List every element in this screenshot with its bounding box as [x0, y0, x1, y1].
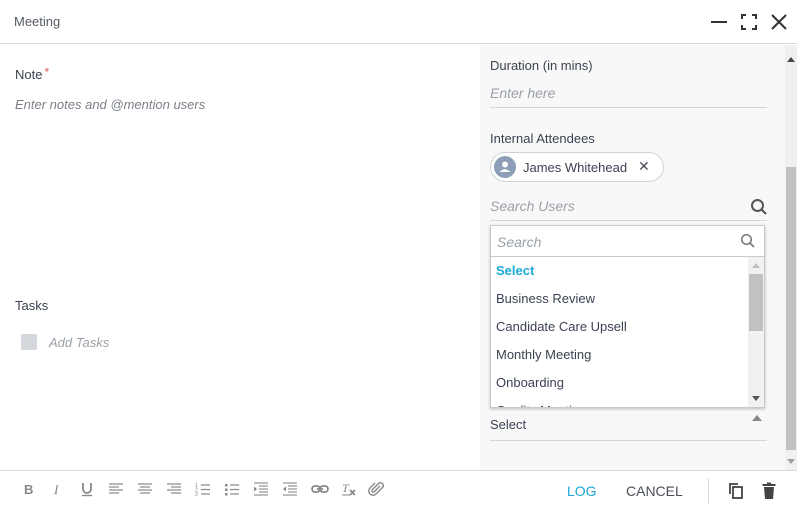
required-marker: *	[44, 65, 50, 79]
dropdown-option-select[interactable]: Select	[496, 263, 534, 278]
search-users-input[interactable]: Search Users	[490, 198, 767, 221]
duration-input[interactable]: Enter here	[490, 85, 767, 108]
dropdown-search-input[interactable]: Search	[497, 234, 541, 250]
trash-icon[interactable]	[761, 482, 777, 500]
svg-text:3: 3	[195, 492, 198, 497]
meeting-type-select[interactable]: Select	[490, 417, 526, 432]
note-input[interactable]: Enter notes and @mention users	[15, 97, 205, 112]
italic-button[interactable]: I	[50, 481, 66, 497]
duration-label: Duration (in mins)	[490, 58, 593, 73]
attendee-chip: James Whitehead ✕	[490, 152, 664, 182]
close-icon	[771, 14, 787, 30]
remove-attendee-icon[interactable]: ✕	[638, 158, 650, 175]
scroll-down-icon[interactable]	[752, 396, 760, 401]
outdent-button[interactable]	[282, 481, 298, 497]
underline-button[interactable]	[79, 481, 95, 497]
outdent-icon	[283, 482, 297, 496]
panel-scrollbar[interactable]	[785, 45, 797, 470]
add-tasks-input[interactable]: Add Tasks	[49, 335, 109, 350]
log-button[interactable]: LOG	[567, 483, 597, 499]
note-panel: Note * Enter notes and @mention users Tas…	[0, 45, 480, 470]
note-label: Note *	[15, 65, 50, 82]
close-button[interactable]	[769, 12, 789, 32]
ordered-list-icon: 123	[195, 483, 210, 497]
unordered-list-button[interactable]	[224, 481, 240, 497]
scroll-up-icon[interactable]	[787, 57, 795, 62]
clear-format-icon: T	[342, 481, 356, 496]
bold-icon: B	[24, 482, 33, 497]
internal-attendees-label: Internal Attendees	[490, 131, 595, 146]
search-icon[interactable]	[750, 198, 768, 216]
select-underline	[490, 440, 767, 441]
dropdown-scrollbar[interactable]	[748, 257, 764, 407]
avatar-icon	[494, 156, 516, 178]
dialog-header: Meeting	[0, 0, 797, 44]
dropdown-option[interactable]: Candidate Care Upsell	[496, 319, 627, 334]
footer-toolbar: B I 123 T LOG CANCEL	[0, 470, 797, 505]
link-icon	[311, 485, 329, 493]
svg-text:I: I	[53, 482, 59, 497]
task-checkbox[interactable]	[21, 334, 37, 350]
clear-format-button[interactable]: T	[341, 481, 357, 497]
meeting-type-dropdown: Search Select Business Review Candidate …	[490, 225, 765, 408]
dropdown-option[interactable]: Onboarding	[496, 375, 564, 390]
dropdown-option[interactable]: Quality Meeting	[496, 403, 586, 407]
align-right-icon	[167, 483, 181, 494]
unordered-list-icon	[225, 484, 239, 496]
note-label-text: Note	[15, 67, 43, 82]
chevron-up-icon[interactable]	[752, 415, 762, 421]
copy-icon[interactable]	[728, 482, 744, 500]
dropdown-options: Select Business Review Candidate Care Up…	[491, 257, 748, 407]
dialog-title: Meeting	[14, 14, 61, 29]
link-button[interactable]	[311, 481, 329, 497]
align-center-button[interactable]	[137, 481, 153, 497]
ordered-list-button[interactable]: 123	[195, 481, 211, 497]
minimize-button[interactable]	[709, 12, 729, 32]
align-left-icon	[109, 483, 123, 494]
indent-icon	[254, 482, 268, 496]
svg-text:B: B	[24, 482, 33, 497]
search-icon	[740, 233, 755, 248]
scrollbar-thumb[interactable]	[786, 167, 796, 450]
bold-button[interactable]: B	[21, 481, 37, 497]
scroll-down-icon[interactable]	[787, 459, 795, 464]
align-center-icon	[138, 483, 152, 494]
footer-divider	[708, 478, 709, 504]
svg-text:T: T	[342, 481, 350, 495]
attendee-name: James Whitehead	[523, 160, 628, 175]
attachment-button[interactable]	[368, 481, 384, 497]
maximize-icon	[741, 14, 757, 30]
align-right-button[interactable]	[166, 481, 182, 497]
maximize-button[interactable]	[739, 12, 759, 32]
align-left-button[interactable]	[108, 481, 124, 497]
scroll-up-icon[interactable]	[752, 263, 760, 268]
dropdown-option[interactable]: Monthly Meeting	[496, 347, 591, 362]
dropdown-search: Search	[491, 226, 764, 257]
minimize-icon	[711, 21, 727, 23]
attachment-icon	[368, 482, 384, 496]
italic-icon: I	[53, 482, 59, 497]
dropdown-option[interactable]: Business Review	[496, 291, 595, 306]
indent-button[interactable]	[253, 481, 269, 497]
tasks-label: Tasks	[15, 298, 49, 313]
scrollbar-thumb[interactable]	[749, 274, 763, 331]
cancel-button[interactable]: CANCEL	[626, 483, 683, 499]
underline-icon	[82, 483, 92, 497]
